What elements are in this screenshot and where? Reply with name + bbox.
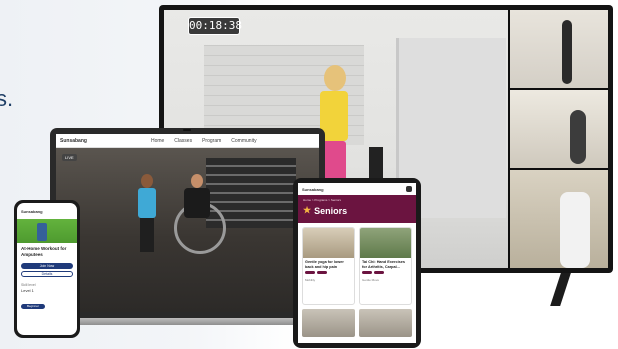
participant-body: [184, 188, 210, 218]
star-icon: ★: [303, 205, 312, 215]
menu-icon[interactable]: [406, 186, 412, 192]
page-title: ★ Seniors: [303, 205, 348, 216]
headline-text: s.: [0, 86, 14, 111]
beginner-pill[interactable]: Beginner: [21, 304, 45, 309]
class-card-title: Gentle yoga for lower back and hip pain: [305, 260, 344, 269]
level-value: Level 1: [21, 288, 34, 293]
nav-program[interactable]: Program: [202, 138, 221, 144]
join-button[interactable]: Join Now: [21, 263, 73, 269]
class-card[interactable]: Gentle yoga for lower back and hip pain …: [302, 227, 355, 305]
nav-classes[interactable]: Classes: [174, 138, 192, 144]
breadcrumb[interactable]: Home > Programs > Seniors: [303, 198, 411, 202]
participant-tile[interactable]: [510, 90, 608, 168]
tablet: Sunsabang Home > Programs > Seniors ★ Se…: [293, 178, 421, 348]
tablet-screen: Sunsabang Home > Programs > Seniors ★ Se…: [298, 183, 416, 343]
phone-video-thumbnail[interactable]: [17, 219, 77, 243]
session-timer: 00:18:38: [188, 17, 242, 35]
trainer: [136, 174, 158, 252]
phone-workout-title: At-Home Workout for Amputees: [21, 246, 67, 257]
class-card-meta: Mobility: [305, 278, 316, 282]
class-card-title: Tai Chi: Hand Exercises for Arthritis, C…: [362, 260, 405, 269]
class-thumbnail[interactable]: [302, 309, 355, 337]
laptop-navbar: Sunsabang Home Classes Program Community: [56, 134, 319, 148]
phone: Sunsabang At-Home Workout for Amputees J…: [14, 200, 80, 338]
laptop-camera: [183, 129, 191, 131]
class-card[interactable]: Tai Chi: Hand Exercises for Arthritis, C…: [359, 227, 412, 305]
laptop-screen: Sunsabang Home Classes Program Community…: [56, 134, 319, 312]
laptop-base: [40, 318, 336, 325]
brand-logo[interactable]: Sunsabang: [60, 138, 87, 144]
class-thumbnail[interactable]: [359, 309, 412, 337]
tablet-hero: Home > Programs > Seniors ★ Seniors: [298, 195, 416, 223]
level-label: Skill level: [21, 283, 36, 287]
tv-stand-right: [550, 270, 572, 306]
phone-screen: Sunsabang At-Home Workout for Amputees J…: [17, 203, 77, 335]
class-card-meta: Gentle Move: [362, 278, 380, 282]
participant-tile[interactable]: [510, 170, 608, 268]
laptop-video[interactable]: LIVE: [56, 148, 319, 312]
live-badge: LIVE: [62, 154, 77, 161]
phone-brand: Sunsabang: [21, 208, 43, 214]
laptop: Sunsabang Home Classes Program Community…: [50, 128, 325, 318]
tablet-brand[interactable]: Sunsabang: [302, 187, 324, 192]
nav-community[interactable]: Community: [231, 138, 256, 144]
nav-home[interactable]: Home: [151, 138, 164, 144]
tablet-topbar: Sunsabang: [298, 183, 416, 195]
participant-tile[interactable]: [510, 10, 608, 88]
participant-head: [191, 174, 203, 188]
